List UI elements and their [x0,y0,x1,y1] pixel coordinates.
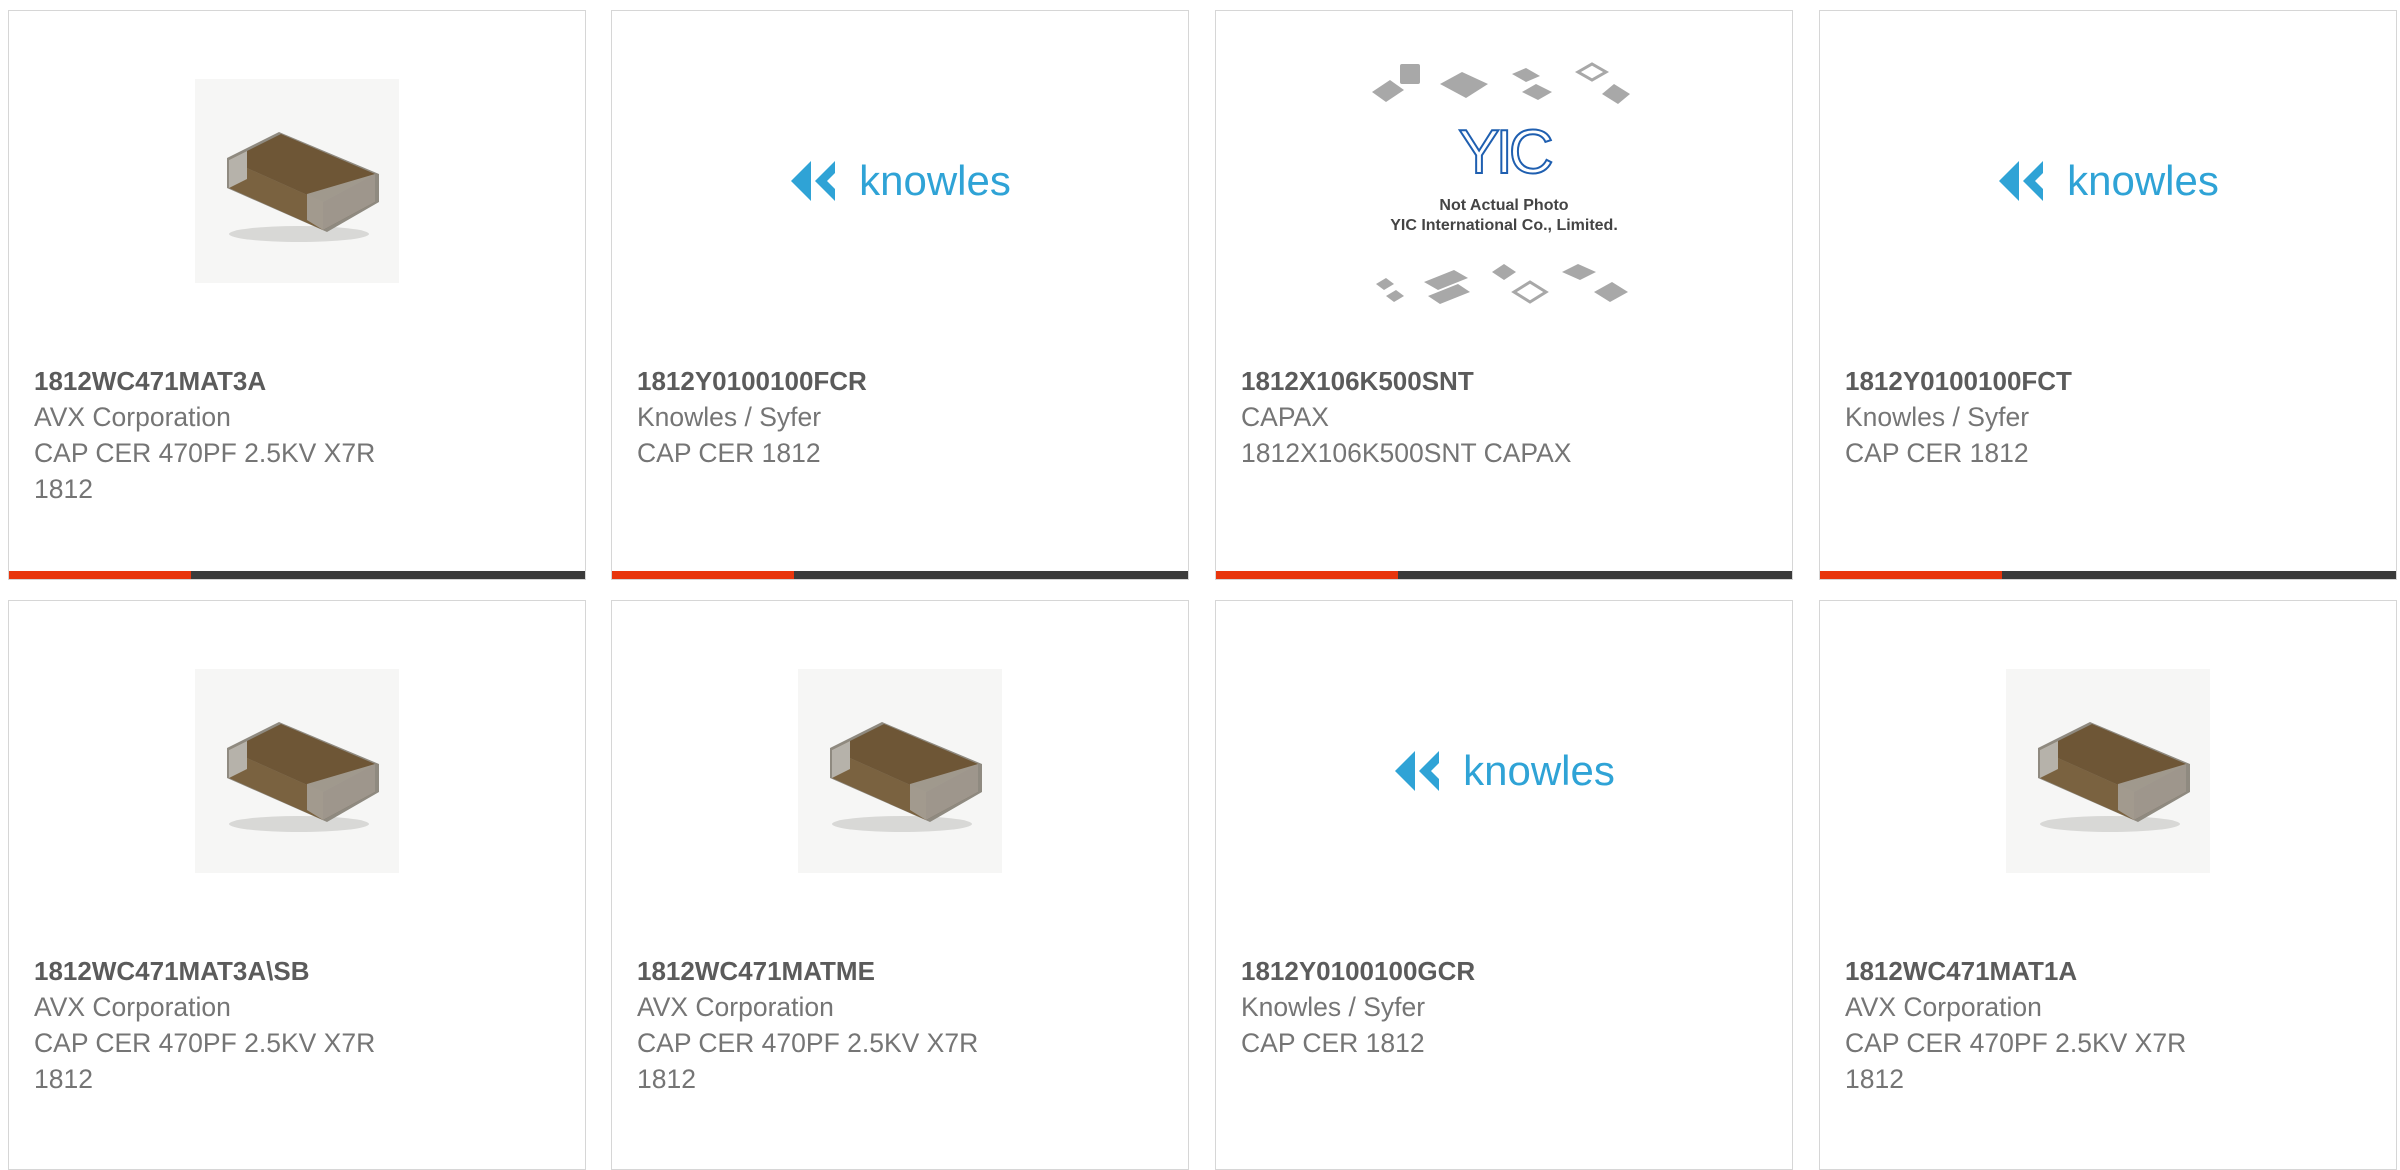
manufacturer: AVX Corporation [34,992,231,1022]
description: CAP CER 470PF 2.5KV X7R 1812 [34,1028,376,1094]
product-card[interactable]: YIC Not Actual Photo YIC International C… [1215,10,1793,580]
product-card[interactable]: knowles 1812Y0100100GCR Knowles / Syfer … [1215,600,1793,1170]
yic-company-label: YIC International Co., Limited. [1390,217,1618,234]
description: CAP CER 1812 [637,438,821,468]
product-card[interactable]: knowles 1812Y0100100FCT Knowles / Syfer … [1819,10,2397,580]
manufacturer: AVX Corporation [1845,992,2042,1022]
description: CAP CER 1812 [1845,438,2029,468]
logo-text: knowles [1463,747,1615,794]
product-image[interactable]: knowles [612,11,1188,351]
ceramic-chip-image [195,669,399,873]
card-accent-bar [1216,571,1398,579]
card-bottom-bar [1820,571,2396,579]
product-card[interactable]: 1812WC471MAT3A\SB AVX Corporation CAP CE… [8,600,586,1170]
card-bottom-bar [9,571,585,579]
description: CAP CER 1812 [1241,1028,1425,1058]
part-number[interactable]: 1812Y0100100FCR [637,363,1168,399]
ceramic-chip-image [195,79,399,283]
product-card[interactable]: 1812WC471MATME AVX Corporation CAP CER 4… [611,600,1189,1170]
manufacturer: AVX Corporation [637,992,834,1022]
product-image[interactable] [1820,601,2396,941]
knowles-logo: knowles [1393,747,1615,795]
product-image[interactable]: knowles [1216,601,1792,941]
product-image[interactable]: knowles [1820,11,2396,351]
manufacturer: CAPAX [1241,402,1329,432]
part-number[interactable]: 1812Y0100100FCT [1845,363,2376,399]
product-image[interactable] [612,601,1188,941]
product-grid: 1812WC471MAT3A AVX Corporation CAP CER 4… [0,0,2400,1170]
part-number[interactable]: 1812WC471MAT3A [34,363,565,399]
knowles-chevron-icon [791,161,836,201]
yic-placeholder-image: YIC Not Actual Photo YIC International C… [1364,56,1644,306]
manufacturer: Knowles / Syfer [637,402,822,432]
card-accent-bar [1820,571,2002,579]
knowles-logo: knowles [789,157,1011,205]
yic-logo: YIC [1457,117,1554,188]
product-image[interactable] [9,601,585,941]
part-number[interactable]: 1812WC471MAT3A\SB [34,953,565,989]
ceramic-chip-image [798,669,1002,873]
card-bottom-bar [612,571,1188,579]
card-accent-bar [612,571,794,579]
product-image[interactable]: YIC Not Actual Photo YIC International C… [1216,11,1792,351]
manufacturer: AVX Corporation [34,402,231,432]
part-number[interactable]: 1812Y0100100GCR [1241,953,1772,989]
part-number[interactable]: 1812X106K500SNT [1241,363,1772,399]
description: CAP CER 470PF 2.5KV X7R 1812 [1845,1028,2187,1094]
part-number[interactable]: 1812WC471MAT1A [1845,953,2376,989]
product-card[interactable]: knowles 1812Y0100100FCR Knowles / Syfer … [611,10,1189,580]
not-actual-photo-label: Not Actual Photo [1439,197,1569,214]
manufacturer: Knowles / Syfer [1845,402,2030,432]
card-bottom-bar [1216,571,1792,579]
card-accent-bar [9,571,191,579]
logo-text: knowles [2067,157,2219,204]
knowles-chevron-icon [1395,751,1440,791]
description: 1812X106K500SNT CAPAX [1241,438,1572,468]
part-number[interactable]: 1812WC471MATME [637,953,1168,989]
product-card[interactable]: 1812WC471MAT1A AVX Corporation CAP CER 4… [1819,600,2397,1170]
ceramic-chip-image [2006,669,2210,873]
manufacturer: Knowles / Syfer [1241,992,1426,1022]
product-image[interactable] [9,11,585,351]
description: CAP CER 470PF 2.5KV X7R 1812 [637,1028,979,1094]
product-card[interactable]: 1812WC471MAT3A AVX Corporation CAP CER 4… [8,10,586,580]
knowles-logo: knowles [1997,157,2219,205]
logo-text: knowles [859,157,1011,204]
description: CAP CER 470PF 2.5KV X7R 1812 [34,438,376,504]
knowles-chevron-icon [1999,161,2044,201]
